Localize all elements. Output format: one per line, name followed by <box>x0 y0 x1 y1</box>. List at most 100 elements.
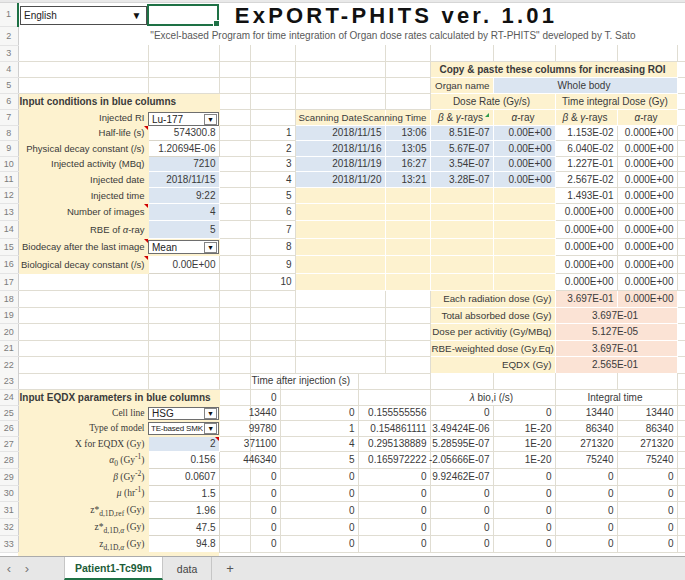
cell[interactable]: 0.000E+00 <box>555 273 617 291</box>
cell[interactable]: 0.155555556 <box>358 405 430 421</box>
cell[interactable] <box>385 238 430 256</box>
cell[interactable] <box>219 307 250 324</box>
dose-per-activity-value[interactable]: 5.127E-05 <box>555 324 677 341</box>
row-header[interactable]: 26 <box>0 421 18 437</box>
cell[interactable]: 0.000E+00 <box>617 125 677 141</box>
cell[interactable] <box>148 307 219 324</box>
add-sheet-button[interactable]: + <box>212 557 248 580</box>
cell[interactable] <box>295 187 385 203</box>
cell[interactable] <box>677 485 685 502</box>
chevron-down-icon[interactable]: ▼ <box>204 408 217 419</box>
cell[interactable] <box>493 256 555 274</box>
cell[interactable]: 0 <box>358 519 430 536</box>
cell[interactable]: 3.28E-07 <box>430 172 493 188</box>
type-of-model-label[interactable]: Type of model <box>18 421 148 437</box>
beta-value[interactable]: 0.0607 <box>148 468 219 485</box>
cell[interactable]: 9.92462E-07 <box>430 468 493 485</box>
cell[interactable] <box>295 273 385 291</box>
cell[interactable] <box>295 93 385 109</box>
cell[interactable] <box>219 45 250 61</box>
zda-label[interactable]: zd,1D,α (Gy) <box>18 535 148 552</box>
rbe-alpha-value[interactable]: 5 <box>148 221 219 239</box>
cell[interactable] <box>677 109 685 125</box>
cell[interactable] <box>18 26 148 45</box>
cell[interactable]: 1.493E-01 <box>555 187 617 203</box>
selected-cell[interactable] <box>147 4 219 26</box>
cell[interactable] <box>250 324 295 341</box>
row-header[interactable]: 1 <box>0 3 18 26</box>
cell[interactable]: 0.00E+00 <box>493 172 555 188</box>
cell[interactable] <box>677 238 685 256</box>
zdref-label[interactable]: z*d,1D,ref (Gy) <box>18 502 148 519</box>
cell[interactable] <box>219 172 250 188</box>
cell[interactable]: 8.51E-07 <box>430 125 493 141</box>
cell[interactable] <box>555 45 617 61</box>
cell[interactable] <box>677 291 685 308</box>
row-header[interactable]: 22 <box>0 357 18 374</box>
zdsa-label[interactable]: z*d,1D,α (Gy) <box>18 519 148 536</box>
chevron-down-icon[interactable]: ▼ <box>127 10 146 21</box>
cell[interactable]: 0 <box>358 468 430 485</box>
scanning-time-header[interactable]: Scanning Time <box>385 109 430 125</box>
row-header[interactable]: 7 <box>0 109 18 125</box>
row-header[interactable]: 32 <box>0 519 18 536</box>
cell[interactable]: 1E-20 <box>493 452 555 469</box>
cell[interactable]: 0 <box>617 535 677 552</box>
cell[interactable]: 1 <box>250 125 295 141</box>
cell[interactable] <box>250 61 295 77</box>
language-selector[interactable]: English▼ <box>20 6 147 25</box>
each-radiation-dose-label[interactable]: Each radiation dose (Gy) <box>430 291 555 308</box>
cell[interactable]: 0 <box>493 535 555 552</box>
cell[interactable]: 0 <box>617 485 677 502</box>
alpha-header[interactable]: α-ray <box>493 109 555 125</box>
cell[interactable]: 0 <box>430 405 493 421</box>
cell[interactable]: 13440 <box>555 405 617 421</box>
cell[interactable] <box>677 340 685 357</box>
cell[interactable]: 0.165972222 <box>358 452 430 469</box>
x-for-eqdx-value[interactable]: 2 <box>148 436 219 452</box>
cell-line-select[interactable]: HSG▼ <box>148 407 219 420</box>
cell[interactable] <box>430 273 493 291</box>
alpha0-value[interactable]: 0.156 <box>148 452 219 469</box>
row-header[interactable]: 8 <box>0 125 18 141</box>
cell[interactable]: 0 <box>493 502 555 519</box>
beta-gamma-header-2[interactable]: β & γ-rays <box>555 109 617 125</box>
cell[interactable] <box>617 45 677 61</box>
row-header[interactable]: 14 <box>0 221 18 239</box>
row-header[interactable]: 25 <box>0 405 18 421</box>
cell[interactable] <box>493 203 555 221</box>
cell[interactable] <box>358 389 430 405</box>
cell[interactable] <box>18 373 148 389</box>
cell[interactable] <box>219 340 250 357</box>
row-header[interactable]: 31 <box>0 502 18 519</box>
cell[interactable] <box>677 405 685 421</box>
cell[interactable]: 4 <box>250 172 295 188</box>
cell[interactable] <box>219 221 250 239</box>
cell[interactable] <box>295 340 385 357</box>
cell[interactable] <box>219 256 250 274</box>
cell[interactable] <box>555 373 617 389</box>
cell[interactable]: 0.000E+00 <box>617 273 677 291</box>
cell[interactable] <box>677 203 685 221</box>
mu-label[interactable]: μ (hr-1) <box>18 485 148 502</box>
cell[interactable]: 0 <box>358 485 430 502</box>
injected-date-value[interactable]: 2018/11/15 <box>148 172 219 188</box>
biodecay-select[interactable]: Mean▼ <box>148 240 219 254</box>
cell[interactable] <box>677 187 685 203</box>
cell[interactable]: 9 <box>250 256 295 274</box>
half-life-label[interactable]: Half-life (s) <box>18 125 148 141</box>
cell[interactable] <box>677 535 685 552</box>
cell[interactable]: 0.000E+00 <box>617 156 677 172</box>
zdref-value[interactable]: 1.96 <box>148 502 219 519</box>
cell[interactable] <box>250 93 295 109</box>
cell[interactable]: 0.000E+00 <box>617 187 677 203</box>
cell[interactable]: 0.000E+00 <box>555 221 617 239</box>
cell[interactable] <box>677 45 685 61</box>
cell[interactable] <box>219 468 250 485</box>
cell[interactable]: 1E-20 <box>493 421 555 437</box>
tab-data[interactable]: data <box>163 557 212 580</box>
row-header[interactable]: 4 <box>0 61 18 77</box>
cell[interactable]: 0.000E+00 <box>617 172 677 188</box>
cell[interactable]: 0 <box>280 468 358 485</box>
cell[interactable] <box>18 340 148 357</box>
